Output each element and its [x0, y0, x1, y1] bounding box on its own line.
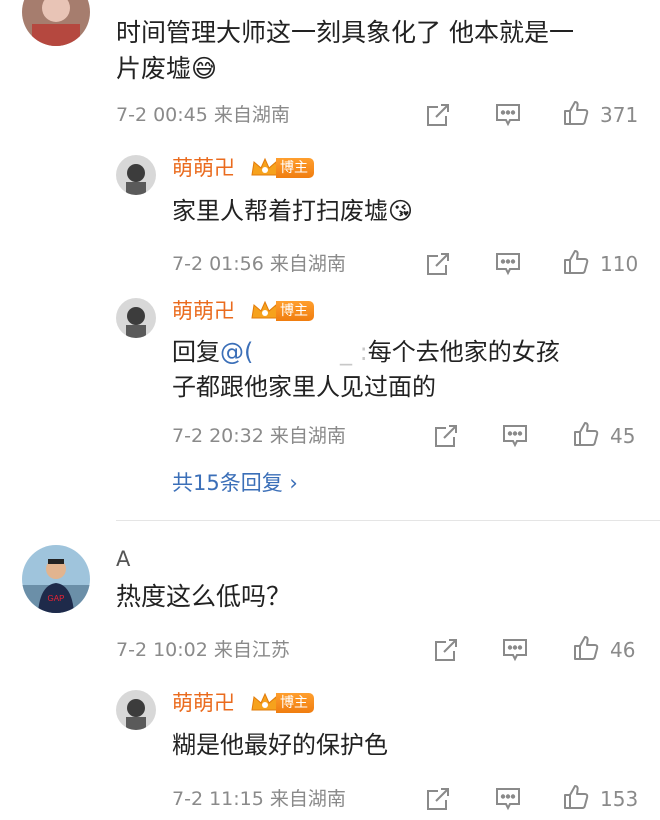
share-icon[interactable]: [424, 250, 452, 278]
reply-meta: 7-2 20:32 来自湖南: [172, 424, 346, 448]
thumbs-up-icon[interactable]: [562, 99, 590, 127]
author-name[interactable]: 萌萌卍: [172, 155, 235, 181]
thumbs-up-icon[interactable]: [562, 783, 590, 811]
thumbs-up-icon[interactable]: [572, 420, 600, 448]
author-name[interactable]: 萌萌卍: [172, 298, 235, 324]
comment-icon[interactable]: [494, 785, 522, 813]
reply-meta: 7-2 11:15 来自湖南: [172, 787, 346, 811]
avatar[interactable]: [116, 298, 156, 338]
reply-text: 家里人帮着打扫废墟😘: [172, 197, 414, 225]
like-count: 110: [600, 252, 639, 276]
mention-link[interactable]: @(: [220, 338, 253, 366]
comment-text: 时间管理大师这一刻具象化了 他本就是一: [116, 18, 574, 47]
thumbs-up-icon[interactable]: [562, 248, 590, 276]
emoji: 😅: [191, 54, 218, 83]
comment-text: 热度这么低吗？: [116, 582, 292, 611]
svg-text:GAP: GAP: [48, 594, 65, 603]
share-icon[interactable]: [424, 785, 452, 813]
avatar[interactable]: [116, 155, 156, 195]
comment-icon[interactable]: [494, 250, 522, 278]
location: 来自湖南: [269, 788, 346, 810]
timestamp: 7-2 20:32: [172, 425, 264, 447]
reply-text: 回复@( _ :每个去他家的女孩: [172, 338, 560, 366]
avatar[interactable]: [22, 0, 90, 46]
divider: [116, 520, 660, 521]
location: 来自湖南: [269, 253, 346, 275]
like-count: 46: [610, 638, 636, 662]
timestamp: 7-2 10:02: [116, 639, 208, 661]
comment-icon[interactable]: [501, 636, 529, 664]
comment-icon[interactable]: [501, 422, 529, 450]
blogger-badge: 博主: [250, 300, 314, 322]
like-count: 153: [600, 787, 639, 811]
blogger-badge: 博主: [250, 692, 314, 714]
avatar[interactable]: [116, 690, 156, 730]
comment-meta: 7-2 10:02 来自江苏: [116, 638, 290, 662]
location: 来自湖南: [269, 425, 346, 447]
badge-label: 博主: [276, 693, 314, 713]
badge-label: 博主: [276, 301, 314, 321]
author-name[interactable]: 萌萌卍: [172, 690, 235, 716]
emoji: 😘: [388, 197, 414, 225]
comment-icon[interactable]: [494, 101, 522, 129]
reply-text: 糊是他最好的保护色: [172, 731, 388, 759]
timestamp: 7-2 11:15: [172, 788, 264, 810]
comment-meta: 7-2 00:45 来自湖南: [116, 103, 290, 127]
location: 来自湖南: [213, 104, 290, 126]
comment-text-line2: 片废墟😅: [116, 54, 218, 83]
author-name[interactable]: A: [116, 546, 197, 572]
like-count: 45: [610, 424, 636, 448]
chevron-right-icon: ›: [289, 471, 298, 495]
like-count: 371: [600, 103, 639, 127]
thumbs-up-icon[interactable]: [572, 634, 600, 662]
timestamp: 7-2 01:56: [172, 253, 264, 275]
share-icon[interactable]: [424, 101, 452, 129]
share-icon[interactable]: [432, 636, 460, 664]
reply-meta: 7-2 01:56 来自湖南: [172, 252, 346, 276]
location: 来自江苏: [213, 639, 290, 661]
share-icon[interactable]: [432, 422, 460, 450]
timestamp: 7-2 00:45: [116, 104, 208, 126]
avatar[interactable]: GAP: [22, 545, 90, 613]
badge-label: 博主: [276, 158, 314, 178]
reply-text-line2: 子都跟他家里人见过面的: [172, 373, 436, 401]
blogger-badge: 博主: [250, 157, 314, 179]
more-replies-link[interactable]: 共15条回复 ›: [172, 470, 298, 496]
